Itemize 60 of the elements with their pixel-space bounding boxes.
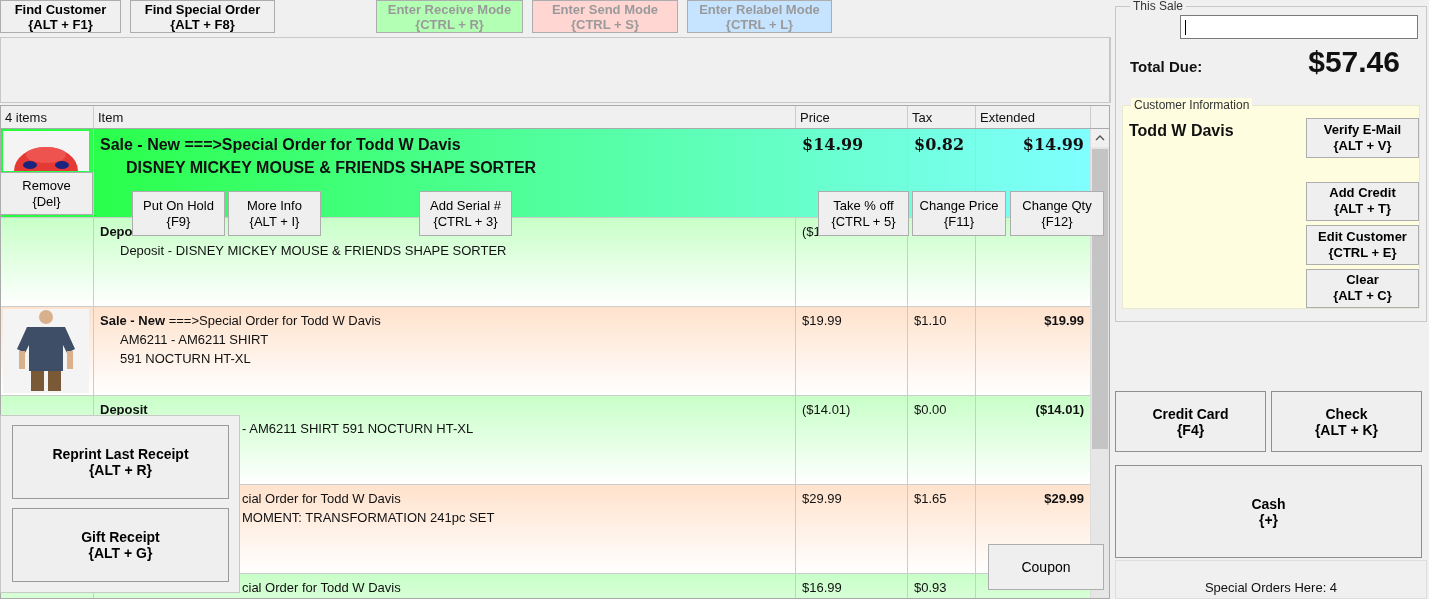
item-text: Deposit - DISNEY MICKEY MOUSE & FRIENDS SHAPE SORTER <box>119 243 508 259</box>
tax-text: $0.00 <box>914 402 947 417</box>
tax-text: $1.65 <box>914 491 947 506</box>
extended-text: $14.99 <box>1022 135 1084 154</box>
item-text: Deposit <box>100 402 149 418</box>
payment-button[interactable]: Cash {+} <box>1115 465 1422 558</box>
total-amount: $57.46 <box>1308 45 1400 79</box>
customer-name: Todd W Davis <box>1129 121 1234 141</box>
item-text: Sale - New ===>Special Order for Todd W Davis <box>100 313 382 329</box>
tax-text: $0.82 <box>914 135 965 154</box>
input-field[interactable] <box>1180 15 1418 39</box>
discount-button[interactable]: Take % off {CTRL + 5} <box>818 191 909 236</box>
receipt-button[interactable]: Reprint Last Receipt {ALT + R} <box>12 425 229 499</box>
more-info-button[interactable]: More Info {ALT + I} <box>228 191 321 236</box>
receipt-button[interactable]: Gift Receipt {ALT + G} <box>12 508 229 582</box>
item-text: 591 NOCTURN HT-XL <box>119 351 252 367</box>
hold-button[interactable]: Put On Hold {F9} <box>132 191 225 236</box>
customer-button[interactable]: Edit Customer {CTRL + E} <box>1306 225 1419 265</box>
price-text: $29.99 <box>802 491 842 506</box>
remove-button[interactable]: Remove {Del} <box>0 172 93 215</box>
coupon-button[interactable]: Coupon <box>988 544 1104 590</box>
total-label: Total Due: <box>1130 58 1203 75</box>
price-text: ($1 <box>802 224 821 239</box>
item-text: MOMENT: TRANSFORMATION 241pc SET <box>242 510 496 526</box>
customer-button[interactable]: Verify E-Mail {ALT + V} <box>1306 118 1419 158</box>
item-text: Depo <box>100 224 134 240</box>
price-text: $14.99 <box>802 135 864 154</box>
price-text: $16.99 <box>802 580 842 595</box>
change-qty-button[interactable]: Change Qty {F12} <box>1010 191 1104 236</box>
column-header[interactable]: Extended <box>976 106 1091 128</box>
table-row[interactable]: Sale - New ===>Special Order for Todd W Davis AM6211 - AM6211 SHIRT 591 NOCTURN HT-XL $19.99 $1.10 $19.99 <box>1 307 1090 396</box>
toolbar-button[interactable]: Find Special Order {ALT + F8} <box>130 0 275 33</box>
column-header: 4 items <box>1 106 94 128</box>
scroll-up-icon[interactable] <box>1091 129 1109 147</box>
extended-text: $19.99 <box>1044 313 1084 328</box>
payment-button[interactable]: Check {ALT + K} <box>1271 391 1422 452</box>
customer-button[interactable]: Clear {ALT + C} <box>1306 268 1419 308</box>
add-serial-button[interactable]: Add Serial # {CTRL + 3} <box>419 191 512 236</box>
item-text: cial Order for Todd W Davis <box>242 580 402 596</box>
column-header[interactable]: Item <box>94 106 796 128</box>
payment-button[interactable]: Credit Card {F4} <box>1115 391 1266 452</box>
item-text: Sale - New ===>Special Order for Todd W Davis <box>100 135 462 155</box>
item-text: AM6211 - AM6211 SHIRT <box>119 332 270 348</box>
item-text: cial Order for Todd W Davis <box>242 491 402 507</box>
extended-text: $29.99 <box>1044 491 1084 506</box>
item-text: DISNEY MICKEY MOUSE & FRIENDS SHAPE SORTER <box>125 158 538 178</box>
extended-text: ($14.01) <box>1035 402 1084 417</box>
group-title: This Sale <box>1130 0 1187 13</box>
change-price-button[interactable]: Change Price {F11} <box>912 191 1006 236</box>
item-text: - AM6211 SHIRT 591 NOCTURN HT-XL <box>242 421 475 437</box>
toolbar-button[interactable]: Find Customer {ALT + F1} <box>0 0 121 33</box>
group-title: Customer Information <box>1131 98 1253 112</box>
status-text: Special Orders Here: 4 <box>1204 580 1338 595</box>
customer-button[interactable]: Add Credit {ALT + T} <box>1306 181 1419 221</box>
tax-text: $1.10 <box>914 313 947 328</box>
column-header[interactable]: Tax <box>908 106 976 128</box>
price-text: $19.99 <box>802 313 842 328</box>
tax-text: $0.93 <box>914 580 947 595</box>
column-header[interactable]: Price <box>796 106 908 128</box>
price-text: ($14.01) <box>802 402 851 417</box>
